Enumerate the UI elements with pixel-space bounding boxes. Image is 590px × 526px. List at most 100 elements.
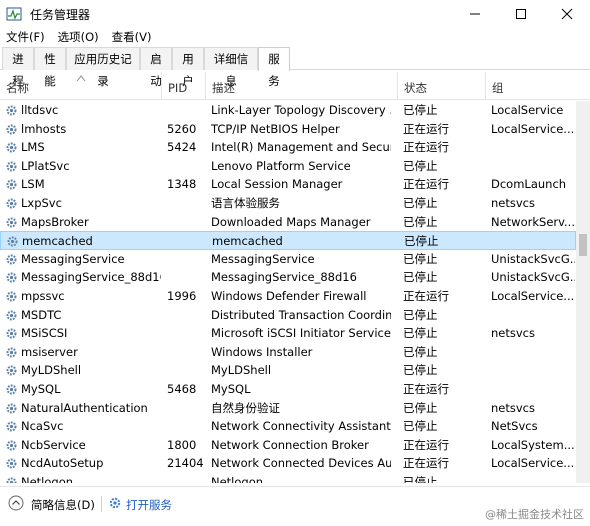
table-row[interactable]: MapsBroker Downloaded Maps Manager 已停止 Netw… <box>0 213 576 232</box>
gear-icon <box>5 290 18 303</box>
service-group <box>491 473 575 483</box>
maximize-button[interactable] <box>498 0 544 28</box>
service-description: Network Connected Devices Aut... <box>211 456 391 471</box>
service-pid <box>168 232 208 250</box>
service-status: 已停止 <box>403 103 438 117</box>
service-description: Network Connection Broker <box>211 437 369 452</box>
menu-options[interactable]: 选项(O) <box>52 29 106 45</box>
service-group: NetSvcs <box>491 419 538 434</box>
open-services-link[interactable]: 打开服务 <box>126 497 172 513</box>
tab-details[interactable]: 详细信息 <box>204 47 258 88</box>
vertical-scrollbar[interactable] <box>576 101 590 483</box>
close-icon <box>561 8 573 20</box>
table-row[interactable]: lmhosts 5260 TCP/IP NetBIOS Helper 正在运行 Loca… <box>0 120 576 139</box>
maximize-icon <box>516 9 526 19</box>
footer-divider <box>101 496 102 512</box>
service-description: Downloaded Maps Manager <box>211 214 371 229</box>
service-name: NcdAutoSetup <box>21 456 104 471</box>
table-row[interactable]: NcaSvc Network Connectivity Assistant 已停止 N… <box>0 417 576 436</box>
service-description: MessagingService_88d16 <box>211 270 357 285</box>
table-row[interactable]: MessagingService_88d16 MessagingService_8… <box>0 268 576 287</box>
service-description: MyLDShell <box>211 363 272 378</box>
service-status: 已停止 <box>403 270 438 285</box>
service-group: UnistackSvcG... <box>491 251 575 266</box>
gear-icon <box>5 383 18 396</box>
service-name: NcbService <box>21 437 86 452</box>
service-group: DcomLaunch <box>491 177 567 192</box>
gear-icon <box>5 178 18 191</box>
chevron-up-icon[interactable] <box>8 495 24 511</box>
menu-file[interactable]: 文件(F) <box>0 29 52 45</box>
service-pid <box>167 324 207 342</box>
table-row[interactable]: LxpSvc 语言体验服务 已停止 netsvcs <box>0 194 576 213</box>
service-status: 已停止 <box>403 326 438 341</box>
table-row[interactable]: MySQL 5468 MySQL 正在运行 <box>0 380 576 399</box>
column-name[interactable]: 名称 <box>0 72 162 100</box>
service-group <box>491 306 575 324</box>
services-table: lltdsvc Link-Layer Topology Discovery ...… <box>0 101 576 483</box>
tab-performance[interactable]: 性能 <box>34 47 66 88</box>
table-row[interactable]: LSM 1348 Local Session Manager 正在运行 DcomLaun… <box>0 175 576 194</box>
tab-services[interactable]: 服务 <box>258 47 290 88</box>
service-description: Network Connectivity Assistant <box>211 419 391 434</box>
tab-users[interactable]: 用户 <box>172 47 204 88</box>
service-description: Microsoft iSCSI Initiator Service <box>211 326 391 341</box>
service-name: LSM <box>21 177 45 192</box>
service-pid: 1996 <box>167 289 197 303</box>
gear-icon <box>5 160 18 173</box>
minimize-button[interactable] <box>452 0 498 28</box>
service-status: 已停止 <box>403 214 438 229</box>
table-row[interactable]: msiserver Windows Installer 已停止 <box>0 343 576 362</box>
table-row[interactable]: NcdAutoSetup 21404 Network Connected Devic… <box>0 454 576 473</box>
service-pid <box>167 399 207 417</box>
table-row[interactable]: NcbService 1800 Network Connection Broker 正… <box>0 436 576 455</box>
table-row[interactable]: LPlatSvc Lenovo Platform Service 已停止 <box>0 157 576 176</box>
close-button[interactable] <box>544 0 590 28</box>
column-group[interactable]: 组 <box>486 72 576 100</box>
task-manager-icon <box>6 6 22 22</box>
table-row[interactable]: mpssvc 1996 Windows Defender Firewall 正在运行 L… <box>0 287 576 306</box>
service-status: 已停止 <box>403 400 438 415</box>
table-row[interactable]: lltdsvc Link-Layer Topology Discovery ...… <box>0 101 576 120</box>
gear-icon <box>5 104 18 117</box>
service-name: MessagingService_88d16 <box>21 270 161 285</box>
menu-view[interactable]: 查看(V) <box>106 29 159 45</box>
service-name: MapsBroker <box>21 214 89 229</box>
service-description: 自然身份验证 <box>211 400 280 415</box>
gear-icon <box>5 253 18 266</box>
service-group <box>492 232 576 250</box>
service-pid <box>167 361 207 379</box>
service-group: netsvcs <box>491 400 535 415</box>
service-name: MSiSCSI <box>21 326 68 341</box>
service-description: Netlogon <box>211 475 264 483</box>
column-description[interactable]: 描述 <box>206 72 398 100</box>
gear-icon <box>5 476 18 483</box>
service-pid <box>167 157 207 175</box>
scrollbar-thumb[interactable] <box>579 234 587 256</box>
tab-startup[interactable]: 启动 <box>140 47 172 88</box>
gear-icon <box>5 327 18 340</box>
tab-bar: 进程 性能 应用历史记录 启动 用户 详细信息 服务 <box>0 47 590 88</box>
service-group: UnistackSvcG... <box>491 270 575 285</box>
column-pid[interactable]: PID <box>162 72 206 100</box>
table-row[interactable]: Netlogon Netlogon 已停止 <box>0 473 576 483</box>
column-status[interactable]: 状态 <box>398 72 486 100</box>
gear-icon <box>5 346 18 359</box>
tab-app-history[interactable]: 应用历史记录 <box>66 47 140 88</box>
service-description: TCP/IP NetBIOS Helper <box>211 121 340 136</box>
less-details-button[interactable]: 简略信息(D) <box>31 497 95 513</box>
service-status: 正在运行 <box>403 121 449 136</box>
service-status: 已停止 <box>403 196 438 210</box>
table-row[interactable]: MessagingService MessagingService 已停止 Unist… <box>0 250 576 269</box>
table-row[interactable]: LMS 5424 Intel(R) Management and Securit..… <box>0 138 576 157</box>
service-status: 已停止 <box>403 251 438 266</box>
table-row[interactable]: MSiSCSI Microsoft iSCSI Initiator Service… <box>0 324 576 343</box>
table-row[interactable]: MyLDShell MyLDShell 已停止 <box>0 361 576 380</box>
service-pid: 5260 <box>167 121 197 136</box>
service-group: netsvcs <box>491 196 535 210</box>
service-name: msiserver <box>21 344 78 359</box>
tab-processes[interactable]: 进程 <box>2 47 34 88</box>
table-row[interactable]: MSDTC Distributed Transaction Coordina...… <box>0 306 576 325</box>
table-row[interactable]: NaturalAuthentication 自然身份验证 已停止 netsvcs <box>0 399 576 418</box>
table-row[interactable]: memcached memcached 已停止 <box>0 231 576 250</box>
